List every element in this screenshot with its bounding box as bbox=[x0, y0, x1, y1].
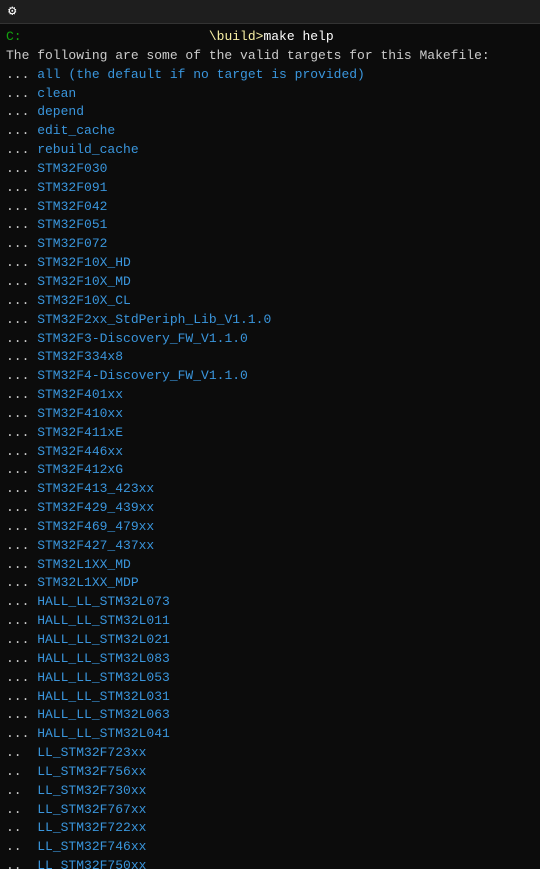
terminal-line: ... HALL_LL_STM32L053 bbox=[6, 669, 534, 688]
terminal-line: ... rebuild_cache bbox=[6, 141, 534, 160]
terminal-line: ... STM32F410xx bbox=[6, 405, 534, 424]
title-bar-icon: ⚙ bbox=[8, 3, 16, 20]
terminal-line: ... STM32F2xx_StdPeriph_Lib_V1.1.0 bbox=[6, 311, 534, 330]
terminal-line: ... STM32F446xx bbox=[6, 443, 534, 462]
terminal-line: .. LL_STM32F722xx bbox=[6, 819, 534, 838]
terminal-line: .. LL_STM32F723xx bbox=[6, 744, 534, 763]
terminal-line: .. LL_STM32F746xx bbox=[6, 838, 534, 857]
terminal-line: ... HALL_LL_STM32L041 bbox=[6, 725, 534, 744]
terminal-line: C: \build>make help bbox=[6, 28, 534, 47]
terminal-body: C: \build>make helpThe following are som… bbox=[0, 24, 540, 869]
terminal-line: .. LL_STM32F750xx bbox=[6, 857, 534, 869]
terminal-line: ... STM32F412xG bbox=[6, 461, 534, 480]
terminal-line: ... STM32F10X_CL bbox=[6, 292, 534, 311]
terminal-line: ... all (the default if no target is pro… bbox=[6, 66, 534, 85]
terminal-line: ... HALL_LL_STM32L031 bbox=[6, 688, 534, 707]
terminal-line: ... edit_cache bbox=[6, 122, 534, 141]
terminal-line: ... STM32F401xx bbox=[6, 386, 534, 405]
terminal-line: ... HALL_LL_STM32L011 bbox=[6, 612, 534, 631]
terminal-line: ... STM32F413_423xx bbox=[6, 480, 534, 499]
terminal-line: ... STM32F4-Discovery_FW_V1.1.0 bbox=[6, 367, 534, 386]
terminal-line: ... STM32F469_479xx bbox=[6, 518, 534, 537]
terminal-line: ... STM32F042 bbox=[6, 198, 534, 217]
terminal-line: ... STM32F427_437xx bbox=[6, 537, 534, 556]
terminal-line: ... STM32F3-Discovery_FW_V1.1.0 bbox=[6, 330, 534, 349]
terminal-line: .. LL_STM32F767xx bbox=[6, 801, 534, 820]
terminal-line: ... STM32F411xE bbox=[6, 424, 534, 443]
terminal-line: ... STM32F10X_MD bbox=[6, 273, 534, 292]
terminal-line: ... HALL_LL_STM32L083 bbox=[6, 650, 534, 669]
terminal-line: ... HALL_LL_STM32L073 bbox=[6, 593, 534, 612]
terminal-line: ... STM32F091 bbox=[6, 179, 534, 198]
terminal-line: ... STM32F051 bbox=[6, 216, 534, 235]
terminal-line: ... clean bbox=[6, 85, 534, 104]
terminal-line: ... STM32F030 bbox=[6, 160, 534, 179]
title-bar: ⚙ bbox=[0, 0, 540, 24]
terminal-line: .. LL_STM32F730xx bbox=[6, 782, 534, 801]
terminal-line: ... HALL_LL_STM32L021 bbox=[6, 631, 534, 650]
terminal-line: The following are some of the valid targ… bbox=[6, 47, 534, 66]
terminal-line: ... STM32F429_439xx bbox=[6, 499, 534, 518]
terminal-line: ... STM32F334x8 bbox=[6, 348, 534, 367]
terminal-line: .. LL_STM32F756xx bbox=[6, 763, 534, 782]
terminal-line: ... HALL_LL_STM32L063 bbox=[6, 706, 534, 725]
terminal-line: ... STM32F10X_HD bbox=[6, 254, 534, 273]
terminal-line: ... STM32F072 bbox=[6, 235, 534, 254]
terminal-line: ... depend bbox=[6, 103, 534, 122]
terminal-line: ... STM32L1XX_MDP bbox=[6, 574, 534, 593]
terminal-line: ... STM32L1XX_MD bbox=[6, 556, 534, 575]
